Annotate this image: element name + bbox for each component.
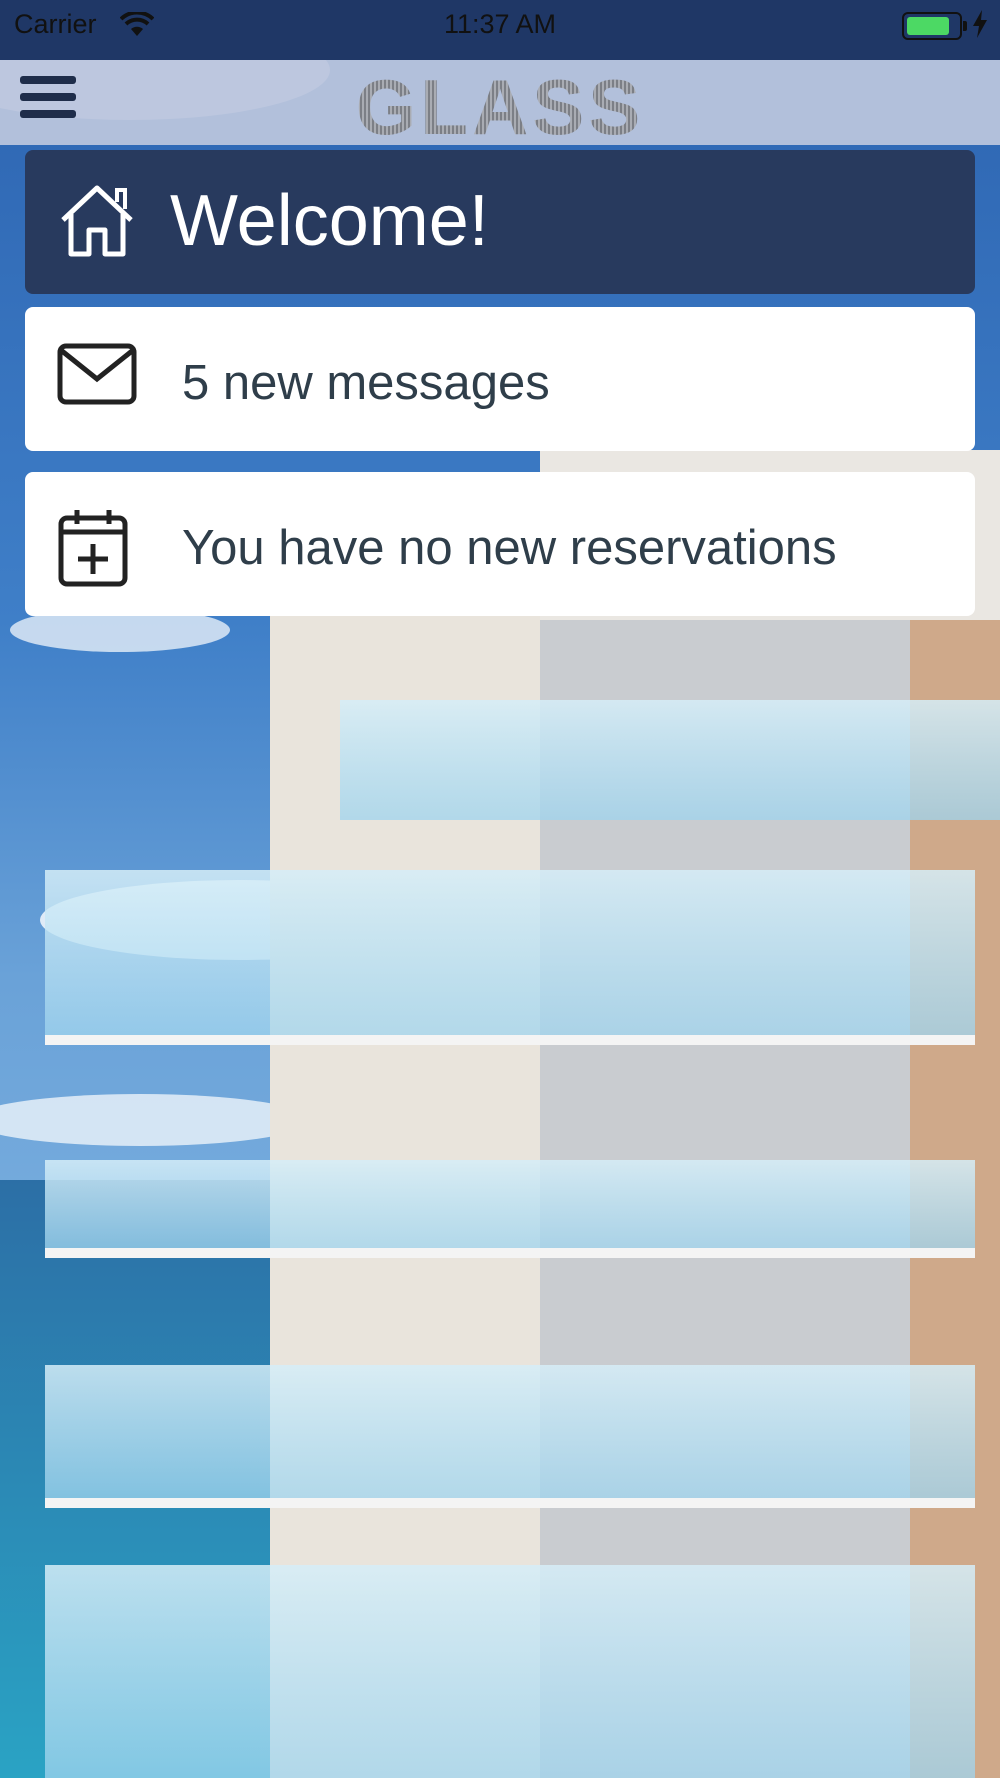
- welcome-card: Welcome!: [25, 150, 975, 294]
- charging-bolt-icon: [973, 10, 987, 38]
- messages-card[interactable]: 5 new messages: [25, 307, 975, 451]
- reservations-card[interactable]: You have no new reservations: [25, 472, 975, 616]
- calendar-plus-icon: [58, 510, 128, 587]
- messages-text: 5 new messages: [182, 356, 550, 410]
- battery-icon: [902, 12, 967, 40]
- reservations-text: You have no new reservations: [182, 521, 837, 575]
- envelope-icon: [57, 343, 137, 405]
- home-icon: [61, 185, 133, 257]
- welcome-title: Welcome!: [170, 181, 489, 261]
- glass-logo: GLASS: [0, 62, 1000, 153]
- status-bar: Carrier 11:37 AM: [0, 0, 1000, 60]
- nav-bar: GLASS: [0, 60, 1000, 151]
- status-time: 11:37 AM: [443, 9, 557, 39]
